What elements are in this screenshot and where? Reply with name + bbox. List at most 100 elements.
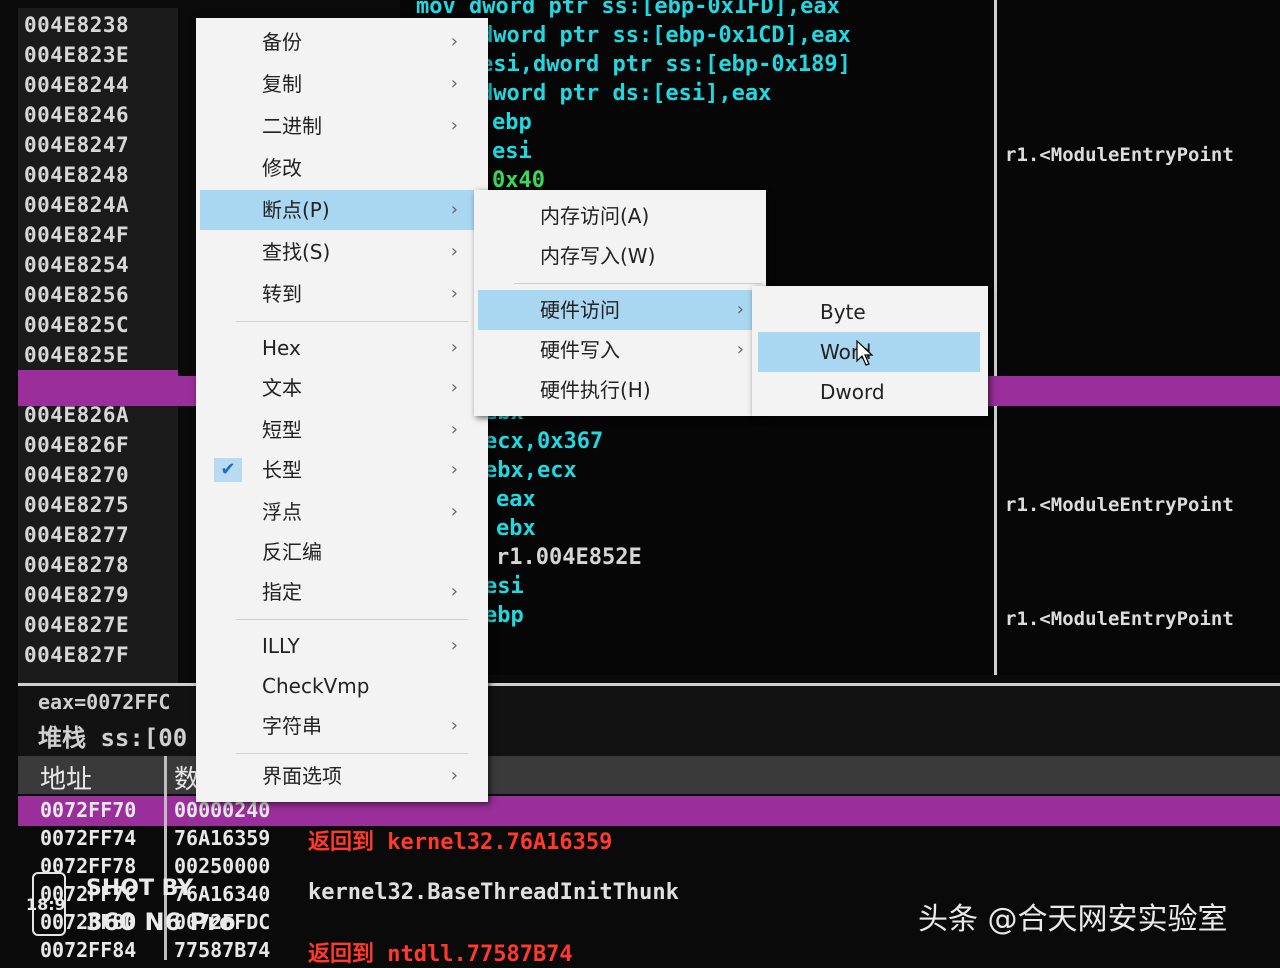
address-row[interactable]: 004E827F xyxy=(24,640,129,670)
context-menu-item[interactable]: 转到 › xyxy=(200,274,476,314)
chevron-right-icon: › xyxy=(450,73,458,94)
address-row[interactable]: 004E8277 xyxy=(24,520,129,550)
context-menu-item-label: 二进制 xyxy=(262,114,322,138)
address-row[interactable]: 004E824A xyxy=(24,190,129,220)
address-row[interactable]: 004E823E xyxy=(24,40,129,70)
code-line[interactable]: ebx xyxy=(496,514,536,544)
watermark-time: 18:9 xyxy=(26,895,66,914)
breakpoint-menu-item[interactable]: 硬件执行(H) xyxy=(478,370,762,410)
chevron-right-icon: › xyxy=(450,501,458,522)
address-row[interactable]: 004E8244 xyxy=(24,70,129,100)
menu-separator xyxy=(514,283,762,284)
context-menu-item[interactable]: 二进制 › xyxy=(200,106,476,146)
breakpoint-menu-item-label: 硬件访问 xyxy=(540,298,620,322)
context-menu-item[interactable]: 长型 › ✔ xyxy=(200,450,476,490)
code-line[interactable]: dword ptr ss:[ebp-0x1CD],eax xyxy=(480,21,851,51)
breakpoint-menu-item-label: 硬件执行(H) xyxy=(540,378,651,402)
chevron-right-icon: › xyxy=(450,241,458,262)
breakpoint-menu-item-label: 内存访问(A) xyxy=(540,204,650,228)
stack-address[interactable]: 0072FF84 xyxy=(40,938,136,962)
breakpoint-menu-item[interactable]: 硬件访问 › xyxy=(478,290,762,330)
address-row[interactable]: 004E825E xyxy=(24,340,129,370)
address-row[interactable]: 004E8246 xyxy=(24,100,129,130)
stack-value[interactable]: 77587B74 xyxy=(174,938,270,962)
address-row[interactable]: 004E8279 xyxy=(24,580,129,610)
address-row[interactable]: 004E826F xyxy=(24,430,129,460)
address-row[interactable]: 004E825C xyxy=(24,310,129,340)
comment-text: r1.<ModuleEntryPoint xyxy=(1005,144,1234,166)
context-menu-item-label: 字符串 xyxy=(262,714,322,738)
context-menu-item[interactable]: 短型 › xyxy=(200,410,476,450)
address-row[interactable]: 004E824F xyxy=(24,220,129,250)
context-menu-item-label: 转到 xyxy=(262,282,302,306)
context-menu-item-label: 查找(S) xyxy=(262,240,331,264)
menu-separator xyxy=(236,619,468,620)
context-menu-item[interactable]: ILLY › xyxy=(200,626,476,666)
stack-value[interactable]: 00250000 xyxy=(174,854,270,878)
hardware-access-item[interactable]: Byte xyxy=(758,292,980,332)
context-menu-item[interactable]: 界面选项 › xyxy=(200,756,476,796)
context-menu-item[interactable]: 文本 › xyxy=(200,368,476,408)
context-menu-item-label: Hex xyxy=(262,336,301,360)
breakpoint-menu-item[interactable]: 内存访问(A) xyxy=(478,196,762,236)
stack-address[interactable]: 0072FF74 xyxy=(40,826,136,850)
address-row[interactable]: 004E8254 xyxy=(24,250,129,280)
context-menu-item[interactable]: 字符串 › xyxy=(200,706,476,746)
breakpoint-submenu: 内存访问(A) 内存写入(W) 硬件访问 › 硬件写入 › 硬件执行(H) xyxy=(474,190,766,416)
code-line[interactable]: esi xyxy=(484,572,524,602)
stack-comment: kernel32.BaseThreadInitThunk xyxy=(308,880,679,905)
watermark-brand: 头条 @合天网安实验室 xyxy=(918,902,1228,937)
address-row[interactable]: 004E8278 xyxy=(24,550,129,580)
header-address[interactable]: 地址 xyxy=(40,759,92,796)
breakpoint-menu-item-label: 内存写入(W) xyxy=(540,244,656,268)
chevron-right-icon: › xyxy=(450,635,458,656)
context-menu-item[interactable]: 反汇编 xyxy=(200,532,476,572)
context-menu-item-label: 复制 xyxy=(262,72,302,96)
context-menu-item-label: 断点(P) xyxy=(262,198,330,222)
context-menu-item[interactable]: 浮点 › xyxy=(200,492,476,532)
code-line[interactable]: esi xyxy=(492,137,532,167)
code-line[interactable]: ebp xyxy=(484,601,524,631)
context-menu-item-label: 指定 xyxy=(262,580,302,604)
address-row[interactable]: 004E8270 xyxy=(24,460,129,490)
context-menu-item[interactable]: 修改 xyxy=(200,148,476,188)
context-menu-item[interactable]: 指定 › xyxy=(200,572,476,612)
chevron-right-icon: › xyxy=(450,377,458,398)
address-row[interactable]: 004E8238 xyxy=(24,10,129,40)
context-menu-item[interactable]: 查找(S) › xyxy=(200,232,476,272)
code-line[interactable]: r1.004E852E xyxy=(496,543,642,573)
context-menu-item[interactable]: CheckVmp xyxy=(200,666,476,706)
code-line[interactable]: esi,dword ptr ss:[ebp-0x189] xyxy=(480,50,851,80)
context-menu-item-label: 长型 xyxy=(262,458,302,482)
code-line[interactable]: eax xyxy=(496,485,536,515)
chevron-right-icon: › xyxy=(450,283,458,304)
context-menu-item-label: ILLY xyxy=(262,634,300,658)
code-line[interactable]: ebp xyxy=(492,108,532,138)
context-menu-item[interactable]: Hex › xyxy=(200,328,476,368)
hardware-access-item[interactable]: Dword xyxy=(758,372,980,412)
address-row[interactable]: 004E8248 xyxy=(24,160,129,190)
comment-text: r1.<ModuleEntryPoint xyxy=(1005,608,1234,630)
menu-separator xyxy=(236,753,468,754)
address-row[interactable]: 004E827E xyxy=(24,610,129,640)
stack-info: 堆栈 ss:[00 xyxy=(38,724,188,752)
context-menu-item[interactable]: 复制 › xyxy=(200,64,476,104)
stack-value[interactable]: 76A16359 xyxy=(174,826,270,850)
breakpoint-menu-item[interactable]: 硬件写入 › xyxy=(478,330,762,370)
chevron-right-icon: › xyxy=(450,715,458,736)
context-menu-item-label: 短型 xyxy=(262,418,302,442)
chevron-right-icon: › xyxy=(450,765,458,786)
context-menu-item[interactable]: 断点(P) › xyxy=(200,190,476,230)
code-line[interactable]: dword ptr ds:[esi],eax xyxy=(480,79,771,109)
breakpoint-menu-item[interactable]: 内存写入(W) xyxy=(478,236,762,276)
address-row[interactable]: 004E8256 xyxy=(24,280,129,310)
code-line[interactable]: ebx,ecx xyxy=(484,456,577,486)
watermark-shot-by: SHOT BY xyxy=(86,876,194,901)
comment-text: r1.<ModuleEntryPoint xyxy=(1005,494,1234,516)
address-row[interactable]: 004E8247 xyxy=(24,130,129,160)
menu-separator xyxy=(236,321,468,322)
stack-address[interactable]: 0072FF70 xyxy=(40,798,136,822)
code-line[interactable]: ecx,0x367 xyxy=(484,427,603,457)
context-menu-item[interactable]: 备份 › xyxy=(200,22,476,62)
address-row[interactable]: 004E8275 xyxy=(24,490,129,520)
